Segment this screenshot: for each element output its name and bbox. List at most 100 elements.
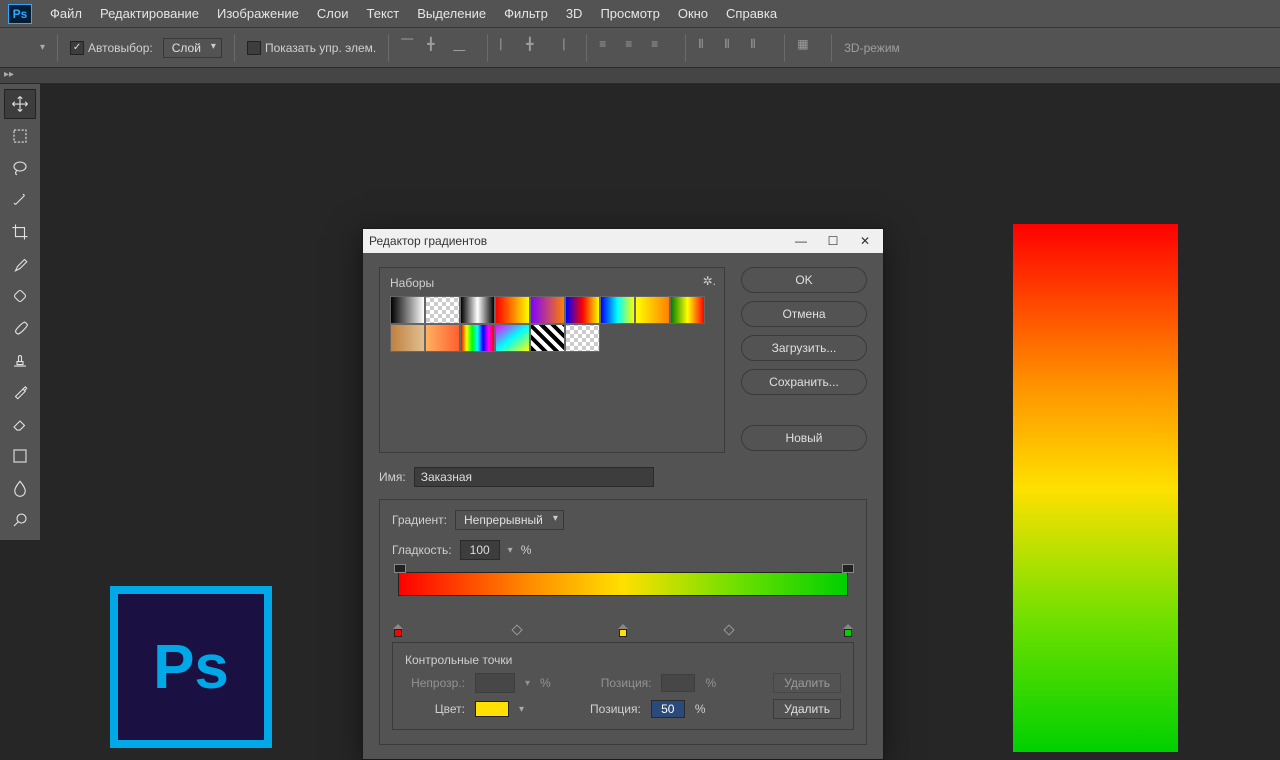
eraser-tool[interactable] [4,409,36,439]
opacity-delete-button: Удалить [773,673,841,693]
smoothness-input[interactable] [460,540,500,560]
preset-swatch[interactable] [530,324,565,352]
divider [234,34,235,62]
preset-swatch[interactable] [425,324,460,352]
opacity-label: Непрозр.: [405,676,465,690]
align-hcenter-icon[interactable]: ╋ [526,37,548,59]
wand-tool[interactable] [4,185,36,215]
chevron-down-icon[interactable]: ▾ [508,545,513,556]
color-stop[interactable] [618,624,628,638]
preset-swatch[interactable] [460,296,495,324]
divider [831,34,832,62]
menu-text[interactable]: Текст [367,6,400,21]
preset-swatch[interactable] [390,324,425,352]
stamp-tool[interactable] [4,345,36,375]
auto-align-icon[interactable]: ▦ [797,37,819,59]
menu-window[interactable]: Окно [678,6,708,21]
chevron-down-icon[interactable]: ▾ [519,704,524,715]
midpoint-marker[interactable] [511,624,522,635]
align-top-icon[interactable]: ⎺ [401,37,423,59]
menu-select[interactable]: Выделение [417,6,486,21]
preset-swatch[interactable] [530,296,565,324]
dodge-tool[interactable] [4,505,36,535]
gear-icon[interactable]: ✲. [703,274,716,288]
show-controls-checkbox[interactable]: Показать упр. элем. [247,41,376,55]
cancel-button[interactable]: Отмена [741,301,867,327]
ps-badge-text: Ps [118,594,264,740]
chevron-down-icon[interactable]: ▾ [40,42,45,53]
midpoint-marker[interactable] [724,624,735,635]
save-button[interactable]: Сохранить... [741,369,867,395]
preset-swatch[interactable] [495,324,530,352]
blur-tool[interactable] [4,473,36,503]
align-right-icon[interactable]: ⎹ [552,37,574,59]
maximize-icon[interactable]: ☐ [821,232,845,250]
preset-swatch[interactable] [600,296,635,324]
ok-button[interactable]: OK [741,267,867,293]
heal-tool[interactable] [4,281,36,311]
align-bottom-icon[interactable]: ⎽ [453,37,475,59]
color-position-input[interactable] [651,700,685,718]
divider [388,34,389,62]
align-group-2: ⎸ ╋ ⎹ [500,37,574,59]
preset-swatch[interactable] [635,296,670,324]
ps-badge: Ps [110,586,272,748]
divider [685,34,686,62]
menu-edit[interactable]: Редактирование [100,6,199,21]
preset-swatch[interactable] [495,296,530,324]
name-input[interactable] [414,467,654,487]
align-left-icon[interactable]: ⎸ [500,37,522,59]
dist-bottom-icon[interactable]: ≡ [651,37,673,59]
opacity-stop-left[interactable] [394,564,404,574]
menu-layers[interactable]: Слои [317,6,349,21]
dist-left-icon[interactable]: ⦀ [698,37,720,59]
control-points-label: Контрольные точки [405,653,512,667]
options-bar: ▾ ✓Автовыбор: Слой Показать упр. элем. ⎺… [0,28,1280,68]
history-brush-tool[interactable] [4,377,36,407]
dist-hcenter-icon[interactable]: ⦀ [724,37,746,59]
smoothness-label: Гладкость: [392,543,452,557]
new-button[interactable]: Новый [741,425,867,451]
crop-tool[interactable] [4,217,36,247]
gradient-tool[interactable] [4,441,36,471]
color-stop[interactable] [843,624,853,638]
canvas-gradient-sample [1013,224,1178,752]
dist-right-icon[interactable]: ⦀ [750,37,772,59]
color-stop[interactable] [393,624,403,638]
dist-vcenter-icon[interactable]: ≡ [625,37,647,59]
preset-swatch[interactable] [565,324,600,352]
menu-view[interactable]: Просмотр [600,6,659,21]
close-icon[interactable]: ✕ [853,232,877,250]
eyedropper-tool[interactable] [4,249,36,279]
preset-swatch[interactable] [565,296,600,324]
preset-swatch[interactable] [390,296,425,324]
preset-swatch[interactable] [460,324,495,352]
dialog-titlebar[interactable]: Редактор градиентов — ☐ ✕ [363,229,883,253]
autoselect-dropdown[interactable]: Слой [163,38,222,58]
color-delete-button[interactable]: Удалить [773,699,841,719]
dist-top-icon[interactable]: ≡ [599,37,621,59]
menu-3d[interactable]: 3D [566,6,583,21]
opacity-stop-right[interactable] [842,564,852,574]
presets-panel: Наборы ✲. [379,267,725,453]
lasso-tool[interactable] [4,153,36,183]
brush-tool[interactable] [4,313,36,343]
menu-help[interactable]: Справка [726,6,777,21]
load-button[interactable]: Загрузить... [741,335,867,361]
marquee-tool[interactable] [4,121,36,151]
gradient-bar[interactable] [392,572,854,628]
menu-file[interactable]: Файл [50,6,82,21]
minimize-icon[interactable]: — [789,232,813,250]
preset-swatch[interactable] [425,296,460,324]
workspace: Ps Редактор градиентов — ☐ ✕ Наборы ✲. O… [0,84,1280,720]
move-tool[interactable] [4,89,36,119]
align-vcenter-icon[interactable]: ╋ [427,37,449,59]
gradient-type-label: Градиент: [392,513,447,527]
color-swatch[interactable] [475,701,509,717]
gradient-type-dropdown[interactable]: Непрерывный [455,510,564,530]
panel-expander[interactable]: ▸▸ [0,68,1280,84]
preset-swatch[interactable] [670,296,705,324]
autoselect-checkbox[interactable]: ✓Автовыбор: [70,41,153,55]
menu-image[interactable]: Изображение [217,6,299,21]
menu-filter[interactable]: Фильтр [504,6,548,21]
